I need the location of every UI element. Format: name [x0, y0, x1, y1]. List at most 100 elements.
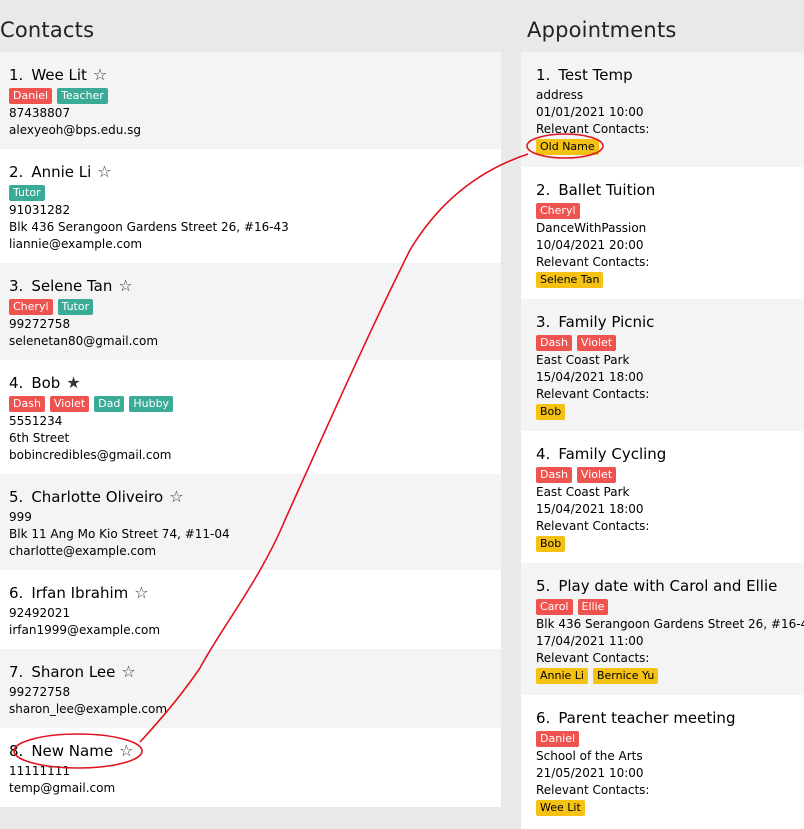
tag-badge: Carol [536, 599, 573, 615]
contact-card[interactable]: 2. Annie Li ☆ Tutor 91031282 Blk 436 Serangoo… [0, 149, 501, 263]
appointment-detail: Relevant Contacts: [536, 783, 650, 797]
contact-name: Sharon Lee [31, 663, 116, 681]
star-outline-icon[interactable]: ☆ [134, 583, 148, 602]
relevant-contacts: Old Name [536, 139, 804, 156]
contact-detail: 99272758 [9, 685, 71, 699]
contact-name: Selene Tan [31, 277, 113, 295]
contact-chip: Selene Tan [536, 272, 604, 288]
contact-detail: bobincredibles@gmail.com [9, 448, 172, 462]
tag-badge: Tutor [57, 299, 94, 315]
contact-detail: 6th Street [9, 431, 70, 445]
appointment-detail: Relevant Contacts: [536, 651, 650, 665]
contact-card[interactable]: 7. Sharon Lee ☆ 99272758 sharon_lee@example.… [0, 649, 501, 728]
contact-detail: 999 [9, 510, 32, 524]
appointment-list[interactable]: 1. Test Temp address 01/01/2021 10:00 Releva… [521, 52, 804, 829]
contact-name-line: 3. Selene Tan ☆ [9, 276, 501, 296]
contact-detail: sharon_lee@example.com [9, 702, 168, 716]
relevant-contacts: Selene Tan [536, 272, 804, 289]
contact-card[interactable]: 6. Irfan Ibrahim ☆ 92492021 irfan1999@exampl… [0, 570, 501, 649]
appointment-detail: 21/05/2021 10:00 [536, 766, 644, 780]
contact-list[interactable]: 1. Wee Lit ☆ Daniel Teacher 87438807 alexyeoh@… [0, 52, 501, 807]
appointment-name: Play date with Carol and Ellie [558, 577, 778, 595]
appointment-detail: 10/04/2021 20:00 [536, 238, 644, 252]
star-outline-icon[interactable]: ☆ [118, 276, 132, 295]
tag-badge: Ellie [577, 599, 609, 615]
appointment-index: 5. [536, 577, 551, 595]
contact-index: 7. [9, 663, 24, 681]
star-outline-icon[interactable]: ☆ [119, 741, 133, 760]
appointment-card[interactable]: 3. Family Picnic Dash Violet East Coast Park… [521, 299, 804, 431]
appointment-detail: Relevant Contacts: [536, 122, 650, 136]
appointment-card[interactable]: 5. Play date with Carol and Ellie Carol Ell… [521, 563, 804, 695]
appointment-detail: 15/04/2021 18:00 [536, 370, 644, 384]
tag-badge: Violet [576, 335, 617, 351]
contact-card[interactable]: 4. Bob ★ Dash Violet Dad Hubby 5551234 6th Stree… [0, 360, 501, 474]
appointment-index: 3. [536, 313, 551, 331]
appointment-detail: address [536, 88, 584, 102]
appointment-detail: Relevant Contacts: [536, 255, 650, 269]
appointment-name: Parent teacher meeting [558, 709, 736, 727]
contact-detail: Blk 11 Ang Mo Kio Street 74, #11-04 [9, 527, 230, 541]
contact-name: Wee Lit [31, 66, 87, 84]
appointment-name: Family Picnic [558, 313, 655, 331]
star-outline-icon[interactable]: ☆ [97, 162, 111, 181]
contact-detail: 87438807 [9, 106, 71, 120]
relevant-contacts: Wee Lit [536, 800, 804, 817]
contact-chip: Wee Lit [536, 800, 585, 816]
contact-detail: selenetan80@gmail.com [9, 334, 159, 348]
appointment-tags: Dash Violet [536, 467, 804, 484]
contact-chip: Bob [536, 536, 566, 552]
appointment-detail: East Coast Park [536, 485, 630, 499]
contact-card[interactable]: 5. Charlotte Oliveiro ☆ 999 Blk 11 Ang Mo Ki… [0, 474, 501, 570]
contact-card[interactable]: 1. Wee Lit ☆ Daniel Teacher 87438807 alexyeoh@… [0, 52, 501, 149]
contact-detail: temp@gmail.com [9, 781, 116, 795]
contact-chip: Bob [536, 404, 566, 420]
contact-name-line: 7. Sharon Lee ☆ [9, 662, 501, 682]
star-outline-icon[interactable]: ☆ [169, 487, 183, 506]
contact-name: New Name [31, 742, 114, 760]
contact-detail: 5551234 [9, 414, 63, 428]
contact-index: 4. [9, 374, 24, 392]
appointment-name-line: 3. Family Picnic [536, 313, 804, 331]
tag-badge: Violet [576, 467, 617, 483]
relevant-contacts: Bob [536, 536, 804, 553]
appointment-card[interactable]: 2. Ballet Tuition Cheryl DanceWithPassion 10… [521, 167, 804, 299]
appointments-panel-title: Appointments [527, 18, 677, 42]
contact-index: 1. [9, 66, 24, 84]
contact-detail: 11111111 [9, 764, 71, 778]
appointment-tags: Daniel [536, 731, 804, 748]
appointment-card[interactable]: 6. Parent teacher meeting Daniel School of … [521, 695, 804, 829]
contact-card[interactable]: 8. New Name ☆ 11111111 temp@gmail.com [0, 728, 501, 807]
contact-index: 5. [9, 488, 24, 506]
contact-tags: Tutor [9, 185, 501, 202]
contact-name-line: 2. Annie Li ☆ [9, 162, 501, 182]
contact-detail: charlotte@example.com [9, 544, 157, 558]
appointment-detail: DanceWithPassion [536, 221, 647, 235]
appointment-name: Test Temp [558, 66, 633, 84]
tag-badge: Tutor [9, 185, 45, 201]
star-outline-icon[interactable]: ☆ [121, 662, 135, 681]
star-filled-icon[interactable]: ★ [66, 373, 80, 392]
tag-badge: Dash [536, 467, 572, 483]
contact-detail: Blk 436 Serangoon Gardens Street 26, #16… [9, 220, 289, 234]
appointment-tags: Dash Violet [536, 335, 804, 352]
appointment-tags: Carol Ellie [536, 599, 804, 616]
appointment-card[interactable]: 1. Test Temp address 01/01/2021 10:00 Releva… [521, 52, 804, 167]
tag-badge: Violet [49, 396, 90, 412]
contact-name: Annie Li [31, 163, 92, 181]
contact-name-line: 8. New Name ☆ [9, 741, 501, 761]
appointment-card[interactable]: 4. Family Cycling Dash Violet East Coast Par… [521, 431, 804, 563]
contact-tags: Daniel Teacher [9, 88, 501, 105]
appointment-index: 6. [536, 709, 551, 727]
appointment-name-line: 2. Ballet Tuition [536, 181, 804, 199]
star-outline-icon[interactable]: ☆ [93, 65, 107, 84]
tag-badge: Cheryl [9, 299, 53, 315]
contact-card[interactable]: 3. Selene Tan ☆ Cheryl Tutor 99272758 seleneta… [0, 263, 501, 360]
appointment-detail: Relevant Contacts: [536, 387, 650, 401]
contact-index: 6. [9, 584, 24, 602]
appointment-index: 2. [536, 181, 551, 199]
tag-badge: Dad [94, 396, 125, 412]
appointment-index: 1. [536, 66, 551, 84]
appointment-detail: 01/01/2021 10:00 [536, 105, 644, 119]
contact-detail: irfan1999@example.com [9, 623, 161, 637]
